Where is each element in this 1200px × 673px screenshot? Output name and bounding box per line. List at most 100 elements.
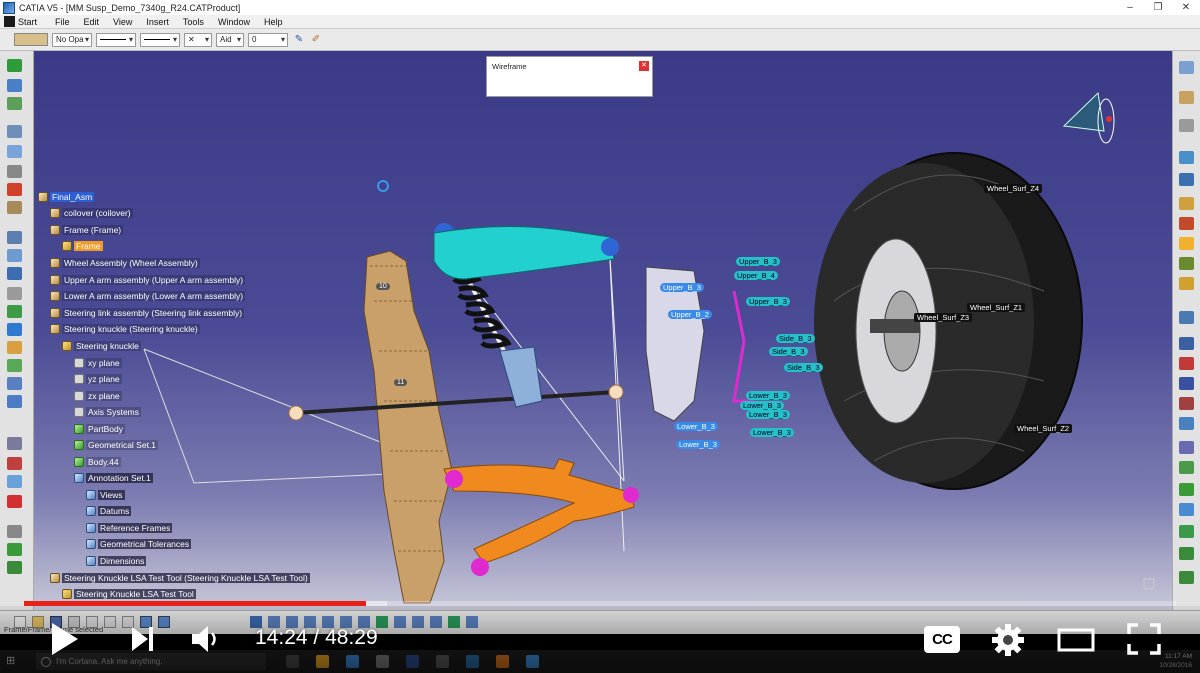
spring-icon[interactable]: [1179, 571, 1194, 584]
play-button[interactable]: [48, 621, 80, 657]
menu-edit[interactable]: Edit: [84, 17, 100, 27]
manipulation-icon[interactable]: [7, 165, 22, 178]
analysis-icon[interactable]: [7, 249, 22, 262]
tree-node[interactable]: Geometrical Set.1: [74, 440, 159, 450]
tree-node[interactable]: Upper A arm assembly (Upper A arm assemb…: [50, 275, 246, 285]
lower-b3-label[interactable]: Lower_B_3: [676, 440, 720, 449]
parameter-icon[interactable]: [7, 377, 22, 390]
coincidence-icon[interactable]: [1179, 337, 1194, 350]
assembly-icon[interactable]: [7, 79, 22, 92]
menu-start[interactable]: Start: [18, 17, 37, 27]
tree-node[interactable]: Datums: [86, 506, 132, 516]
catalog-icon[interactable]: [7, 341, 22, 354]
wheel-surf-z3-label[interactable]: Wheel_Surf_Z3: [914, 313, 973, 322]
start-menu-icon[interactable]: [4, 16, 15, 27]
flag-icon[interactable]: [7, 495, 22, 508]
tree-node[interactable]: Steering link assembly (Steering link as…: [50, 308, 245, 318]
rendering-style-dropdown[interactable]: Aid: [216, 32, 244, 47]
annotation-icon[interactable]: [7, 437, 22, 450]
tree-node[interactable]: Body.44: [74, 457, 121, 467]
angle-icon[interactable]: [1179, 397, 1194, 410]
hide-show-icon[interactable]: [412, 616, 424, 628]
lower-b3-label[interactable]: Lower_B_3: [746, 391, 790, 400]
publish-icon[interactable]: [1179, 277, 1194, 290]
gear-component-icon[interactable]: [1179, 119, 1194, 132]
tree-node[interactable]: Wheel Assembly (Wheel Assembly): [50, 258, 200, 268]
update-icon[interactable]: [1179, 417, 1194, 430]
side-b3-label[interactable]: Side_B_3: [769, 347, 808, 356]
lower-b3-label[interactable]: Lower_B_3: [674, 422, 718, 431]
menu-insert[interactable]: Insert: [146, 17, 169, 27]
restore-button[interactable]: ❐: [1144, 0, 1172, 15]
tree-node[interactable]: Annotation Set.1: [74, 473, 153, 483]
fix-icon[interactable]: [1179, 311, 1194, 324]
video-progress-bar[interactable]: [24, 601, 1176, 606]
lower-b3-label[interactable]: Lower_B_3: [750, 428, 794, 437]
formula-icon[interactable]: [7, 395, 22, 408]
fill-color-dropdown[interactable]: [14, 33, 48, 46]
compass-widget[interactable]: [1062, 91, 1115, 144]
render-icon[interactable]: [448, 616, 460, 628]
frame-part[interactable]: [363, 250, 453, 604]
line-type-dropdown[interactable]: [96, 32, 136, 47]
tree-node[interactable]: Views: [86, 490, 125, 500]
replace-icon[interactable]: [1179, 151, 1194, 164]
color-wheel-icon[interactable]: [7, 183, 22, 196]
fullscreen-button[interactable]: [1126, 622, 1162, 656]
tree-node[interactable]: Steering knuckle (Steering knuckle): [50, 324, 200, 334]
sketcher-icon[interactable]: [7, 59, 22, 72]
material-icon[interactable]: [7, 201, 22, 214]
offset-icon[interactable]: [1179, 377, 1194, 390]
tree-node[interactable]: Steering knuckle: [62, 341, 141, 351]
lower-b3-label[interactable]: Lower_B_3: [746, 410, 790, 419]
point-symbol-dropdown[interactable]: ✕: [184, 32, 212, 47]
upper-b4-label[interactable]: Upper_B_4: [734, 271, 778, 280]
3d-viewport[interactable]: Wheel_Surf_Z4 Wheel_Surf_Z1 Wheel_Surf_Z…: [34, 51, 1172, 610]
format-painter-icon[interactable]: ✐: [309, 33, 323, 47]
side-b3-label[interactable]: Side_B_3: [776, 334, 815, 343]
frame-icon[interactable]: [7, 561, 22, 574]
system-clock[interactable]: 11:17 AM 10/28/2016: [1159, 652, 1192, 670]
upper-b3-label[interactable]: Upper_B_3: [746, 297, 790, 306]
space-analysis-icon[interactable]: [1179, 441, 1194, 454]
lower-a-arm[interactable]: [443, 458, 635, 564]
distance-icon[interactable]: [1179, 503, 1194, 516]
component-icon[interactable]: [1179, 91, 1194, 104]
tree-node[interactable]: Dimensions: [86, 556, 147, 566]
catia-taskbar-icon[interactable]: [406, 655, 419, 668]
tie-rod-end[interactable]: [288, 405, 304, 421]
copy-icon[interactable]: [104, 616, 116, 628]
bolt-icon[interactable]: [1179, 547, 1194, 560]
lower-b3-label[interactable]: Lower_B_3: [740, 401, 784, 410]
app-icon[interactable]: [466, 655, 479, 668]
theater-mode-button[interactable]: [1056, 626, 1096, 654]
tie-rod-end[interactable]: [608, 384, 624, 400]
wheel-surf-z1-label[interactable]: Wheel_Surf_Z1: [967, 303, 1026, 312]
tolerance-icon[interactable]: [7, 525, 22, 538]
upper-a-arm[interactable]: [433, 225, 615, 280]
tree-node[interactable]: Geometrical Tolerances: [86, 539, 192, 549]
app-icon[interactable]: [376, 655, 389, 668]
captions-button[interactable]: CC: [924, 626, 960, 653]
product-icon[interactable]: [1179, 61, 1194, 74]
graph-icon[interactable]: [1179, 173, 1194, 186]
swap-space-icon[interactable]: [430, 616, 442, 628]
tree-node[interactable]: Reference Frames: [86, 523, 173, 533]
tree-node[interactable]: Axis Systems: [74, 407, 142, 417]
text-icon[interactable]: [7, 457, 22, 470]
wheel-surf-z2-label[interactable]: Wheel_Surf_Z2: [1014, 424, 1073, 433]
knowledge-icon[interactable]: [7, 359, 22, 372]
menu-file[interactable]: File: [55, 17, 70, 27]
constraint-icon[interactable]: [7, 125, 22, 138]
side-b3-label[interactable]: Side_B_3: [784, 363, 823, 372]
upper-b2-label[interactable]: Upper_B_2: [668, 310, 712, 319]
tree-node[interactable]: Lower A arm assembly (Lower A arm assemb…: [50, 291, 246, 301]
app-icon[interactable]: [436, 655, 449, 668]
menu-help[interactable]: Help: [264, 17, 283, 27]
clearance-icon[interactable]: [1179, 461, 1194, 474]
upper-b3-label[interactable]: Upper_B_3: [660, 283, 704, 292]
settings-button[interactable]: [990, 622, 1026, 658]
close-button[interactable]: ✕: [1172, 0, 1200, 15]
bom-icon[interactable]: [1179, 237, 1194, 250]
menu-window[interactable]: Window: [218, 17, 250, 27]
